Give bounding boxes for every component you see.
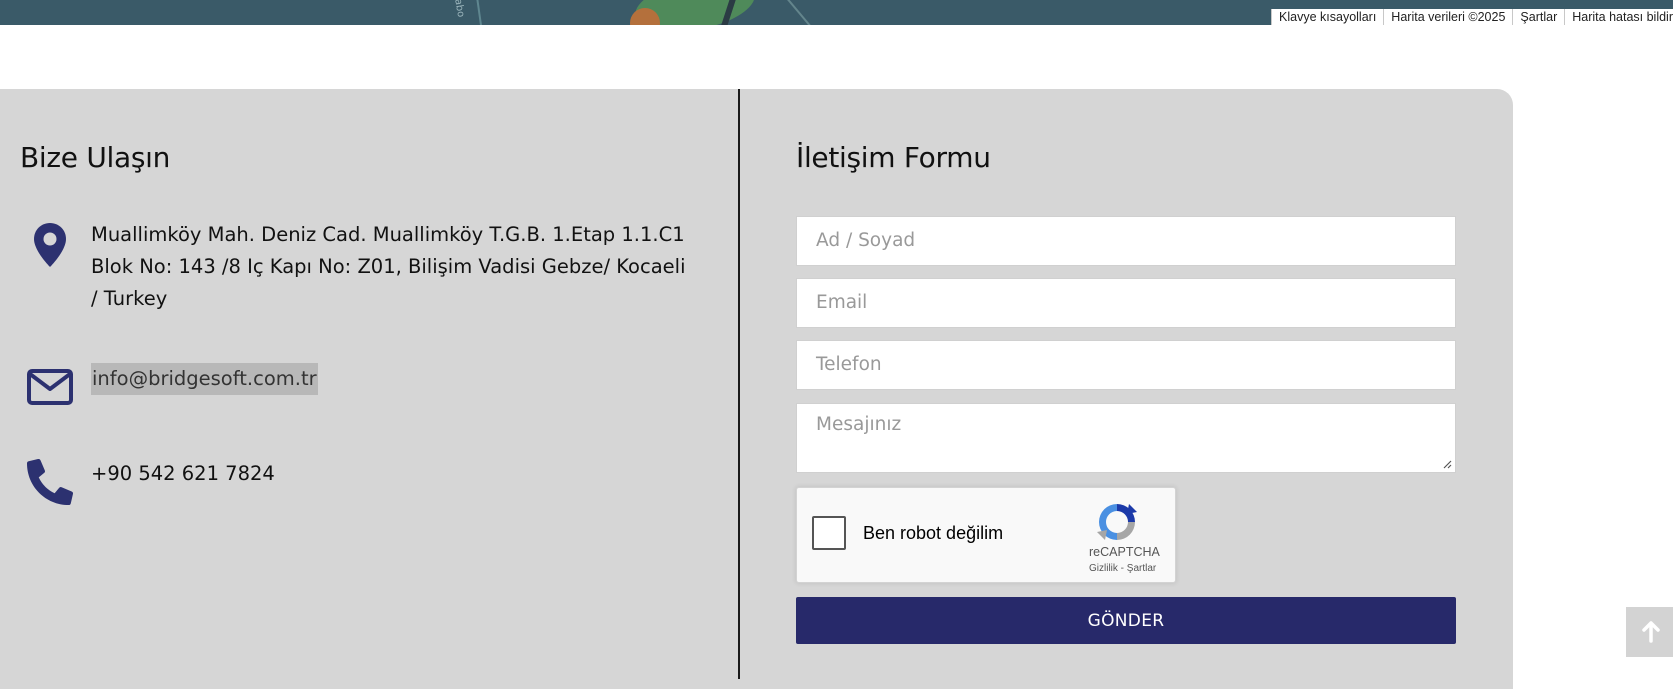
recaptcha-terms-link[interactable]: Şartlar: [1127, 563, 1156, 574]
phone-input[interactable]: Telefon: [796, 340, 1456, 390]
envelope-icon: [24, 361, 76, 413]
map-attribution: Klavye kısayolları Harita verileri ©2025…: [1271, 9, 1673, 25]
recaptcha-logo-icon: [1097, 504, 1137, 540]
arrow-up-icon: [1642, 621, 1660, 643]
resize-handle-icon[interactable]: [1443, 460, 1452, 469]
recaptcha-label: Ben robot değilim: [863, 523, 1004, 543]
address-text: Muallimköy Mah. Deniz Cad. Muallimköy T.…: [91, 223, 686, 310]
name-input[interactable]: Ad / Soyad: [796, 216, 1456, 266]
column-divider: [738, 89, 740, 679]
email-link[interactable]: info@bridgesoft.com.tr: [91, 363, 318, 395]
phone-icon: [24, 456, 76, 508]
recaptcha-links: Gizlilik - Şartlar: [1089, 563, 1156, 574]
recaptcha-widget: Ben robot değilim reCAPTCHA Gizlilik - Ş…: [796, 487, 1176, 583]
scroll-top-button[interactable]: [1626, 607, 1673, 657]
message-placeholder: Mesajınız: [816, 414, 902, 435]
recaptcha-brand: reCAPTCHA: [1089, 545, 1160, 559]
map-road-label: abo: [452, 0, 467, 19]
email-row: info@bridgesoft.com.tr: [20, 361, 318, 413]
phone-row: +90 542 621 7824: [20, 456, 275, 508]
map-embed[interactable]: abo Klavye kısayolları Harita verileri ©…: [0, 0, 1673, 25]
report-map-error-link[interactable]: Harita hatası bildir: [1565, 9, 1673, 25]
email-input[interactable]: Email: [796, 278, 1456, 328]
phone-link[interactable]: +90 542 621 7824: [91, 458, 275, 490]
map-terms-link[interactable]: Şartlar: [1513, 9, 1566, 25]
form-title: İletişim Formu: [796, 141, 991, 174]
map-data-link[interactable]: Harita verileri ©2025: [1384, 9, 1514, 25]
recaptcha-separator: -: [1117, 563, 1127, 574]
contact-title: Bize Ulaşın: [20, 141, 171, 174]
map-river: [475, 0, 483, 25]
map-marker-icon: [24, 219, 76, 271]
submit-button[interactable]: GÖNDER: [796, 597, 1456, 644]
map-road-minor: [784, 0, 818, 25]
keyboard-shortcuts-link[interactable]: Klavye kısayolları: [1272, 9, 1385, 25]
recaptcha-checkbox[interactable]: [812, 516, 846, 550]
recaptcha-privacy-link[interactable]: Gizlilik: [1089, 563, 1118, 574]
message-textarea[interactable]: Mesajınız: [796, 403, 1456, 473]
address-row: Muallimköy Mah. Deniz Cad. Muallimköy T.…: [20, 219, 686, 310]
